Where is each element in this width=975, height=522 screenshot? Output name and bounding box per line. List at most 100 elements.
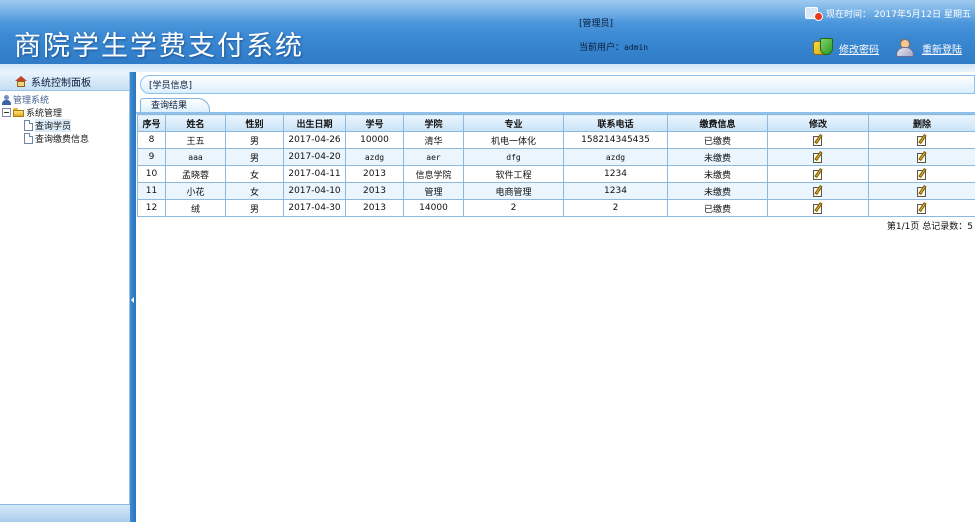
cell-phone: 1234 (563, 165, 668, 183)
cell-edit (767, 199, 869, 217)
control-panel-header: 系统控制面板 (0, 72, 129, 91)
change-password-label: 修改密码 (839, 44, 879, 56)
cell-payment-status: 未缴费 (667, 148, 768, 166)
cell-college: 14000 (403, 199, 464, 217)
change-password-link[interactable]: 修改密码 (812, 38, 879, 58)
shield-icon (812, 38, 834, 58)
cell-id: 10 (137, 165, 166, 183)
edit-icon[interactable] (812, 150, 824, 163)
cell-id: 9 (137, 148, 166, 166)
header-bar: 商院学生学费支付系统 [管理员] 当前用户：admin 现在时间： 2017年5… (0, 0, 975, 64)
col-header: 缴费信息 (667, 114, 768, 132)
col-header: 性别 (225, 114, 284, 132)
cell-college: 清华 (403, 131, 464, 149)
document-icon (24, 120, 33, 131)
cell-delete (868, 199, 975, 217)
sidebar: 系统控制面板 管理系统 系统管理 查询学员 查询缴费信息 (0, 72, 130, 522)
col-header: 修改 (767, 114, 869, 132)
collapse-arrow-icon[interactable] (131, 297, 134, 303)
sidebar-item-label: 查询学员 (35, 119, 72, 132)
cell-id: 12 (137, 199, 166, 217)
cell-payment-status: 未缴费 (667, 165, 768, 183)
tree-group-system[interactable]: 系统管理 (2, 106, 129, 119)
table-row: 12 绒 男 2017-04-30 2013 14000 2 2 已缴费 (137, 199, 975, 217)
cell-edit (767, 182, 869, 200)
document-icon (24, 133, 33, 144)
cell-phone: 1234 (563, 182, 668, 200)
cell-student-no: 10000 (345, 131, 404, 149)
cell-edit (767, 148, 869, 166)
user-icon (895, 38, 917, 58)
section-title: [学员信息] (149, 81, 193, 91)
cell-payment-status: 未缴费 (667, 182, 768, 200)
cell-id: 8 (137, 131, 166, 149)
cell-phone: 2 (563, 199, 668, 217)
main-content: [学员信息] 查询结果 序号 姓名 性别 出生日期 学号 学院 专业 联系电话 … (136, 72, 975, 522)
sidebar-item-query-students[interactable]: 查询学员 (2, 119, 129, 132)
table-row: 11 小花 女 2017-04-10 2013 管理 电商管理 1234 未缴费 (137, 182, 975, 200)
sidebar-item-query-payments[interactable]: 查询缴费信息 (2, 132, 129, 145)
folder-icon (13, 108, 24, 117)
cell-payment-status: 已缴费 (667, 131, 768, 149)
edit-icon[interactable] (812, 167, 824, 180)
col-header: 删除 (868, 114, 975, 132)
cell-name: 小花 (165, 182, 226, 200)
sidebar-item-label: 查询缴费信息 (35, 135, 90, 145)
cell-birthdate: 2017-04-30 (283, 199, 346, 217)
cell-major: 软件工程 (463, 165, 564, 183)
relogin-link[interactable]: 重新登陆 (895, 38, 962, 58)
col-header: 专业 (463, 114, 564, 132)
cell-gender: 男 (225, 131, 284, 149)
edit-icon[interactable] (812, 133, 824, 146)
cell-gender: 女 (225, 165, 284, 183)
table-row: 8 王五 男 2017-04-26 10000 清华 机电一体化 1582143… (137, 131, 975, 149)
cell-major: 电商管理 (463, 182, 564, 200)
date-value: 2017年5月12日 星期五 (874, 9, 971, 20)
delete-icon[interactable] (916, 133, 928, 146)
cell-college: aer (403, 148, 464, 166)
cell-delete (868, 148, 975, 166)
cell-delete (868, 182, 975, 200)
cell-student-no: 2013 (345, 199, 404, 217)
sidebar-footer (0, 504, 130, 522)
col-header: 出生日期 (283, 114, 346, 132)
col-header: 学院 (403, 114, 464, 132)
cell-major: dfg (463, 148, 564, 166)
delete-icon[interactable] (916, 150, 928, 163)
role-label: [管理员] (579, 19, 614, 29)
cell-student-no: azdg (345, 148, 404, 166)
cell-name: 孟晓蓉 (165, 165, 226, 183)
cell-college: 信息学院 (403, 165, 464, 183)
clock-icon (805, 5, 824, 21)
header-strip (0, 64, 975, 72)
delete-icon[interactable] (916, 167, 928, 180)
cell-gender: 男 (225, 199, 284, 217)
home-icon (15, 75, 27, 87)
cell-college: 管理 (403, 182, 464, 200)
col-header: 学号 (345, 114, 404, 132)
delete-icon[interactable] (916, 184, 928, 197)
col-header: 联系电话 (563, 114, 668, 132)
control-panel-title: 系统控制面板 (31, 77, 91, 89)
current-user-label: 当前用户： (579, 43, 625, 53)
relogin-label: 重新登陆 (922, 44, 962, 56)
cell-major: 机电一体化 (463, 131, 564, 149)
tab-query-results[interactable]: 查询结果 (140, 98, 210, 113)
tree-root-label: 管理系统 (13, 96, 50, 106)
cell-birthdate: 2017-04-26 (283, 131, 346, 149)
tree-root[interactable]: 管理系统 (2, 93, 129, 106)
cell-edit (767, 131, 869, 149)
collapse-icon[interactable] (2, 108, 11, 117)
current-user-value: admin (624, 43, 649, 52)
cell-gender: 男 (225, 148, 284, 166)
cell-gender: 女 (225, 182, 284, 200)
current-user: 当前用户：admin (579, 40, 648, 53)
col-header: 序号 (137, 114, 166, 132)
cell-student-no: 2013 (345, 182, 404, 200)
cell-birthdate: 2017-04-20 (283, 148, 346, 166)
edit-icon[interactable] (812, 201, 824, 214)
cell-edit (767, 165, 869, 183)
delete-icon[interactable] (916, 201, 928, 214)
table-header-row: 序号 姓名 性别 出生日期 学号 学院 专业 联系电话 缴费信息 修改 删除 (137, 114, 975, 132)
edit-icon[interactable] (812, 184, 824, 197)
